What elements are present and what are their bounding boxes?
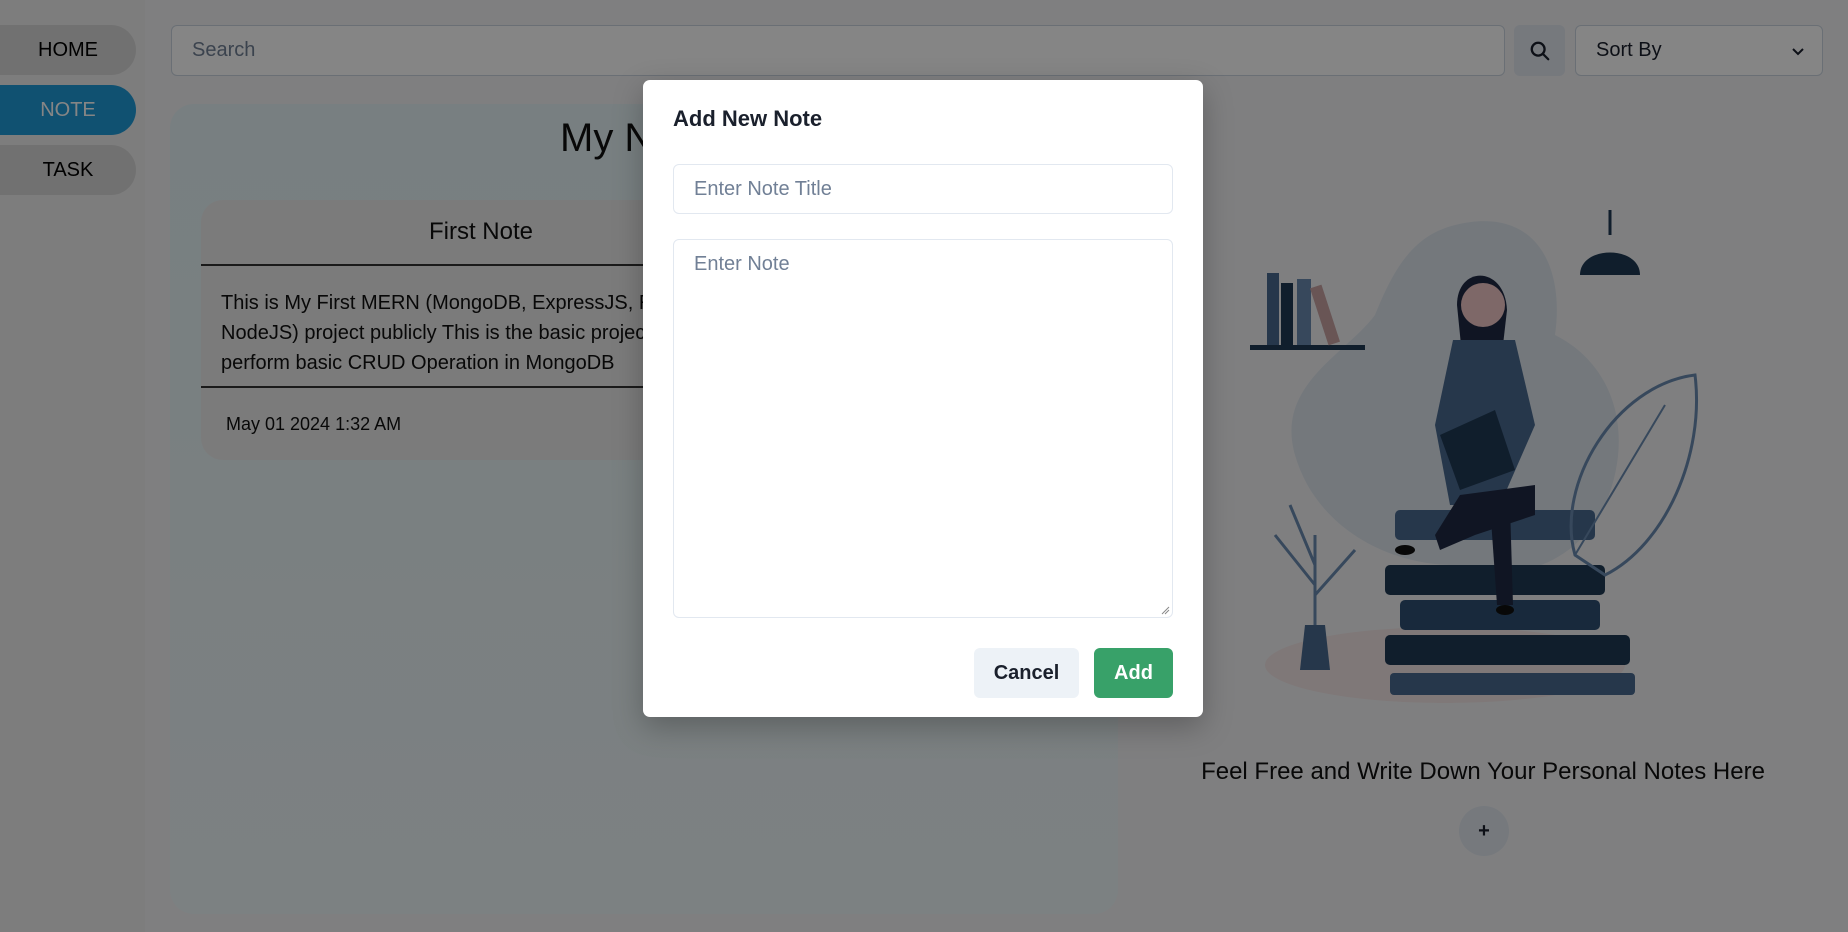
- add-button[interactable]: Add: [1094, 648, 1173, 698]
- add-note-modal: Add New Note Enter Note Title Enter Note…: [643, 80, 1203, 717]
- resize-grip-icon[interactable]: [1160, 605, 1170, 615]
- note-title-input[interactable]: Enter Note Title: [673, 164, 1173, 214]
- note-title-placeholder: Enter Note Title: [694, 177, 832, 200]
- modal-title: Add New Note: [673, 106, 823, 131]
- note-textarea[interactable]: Enter Note: [673, 239, 1173, 618]
- cancel-button[interactable]: Cancel: [974, 648, 1079, 698]
- note-textarea-placeholder: Enter Note: [694, 253, 790, 275]
